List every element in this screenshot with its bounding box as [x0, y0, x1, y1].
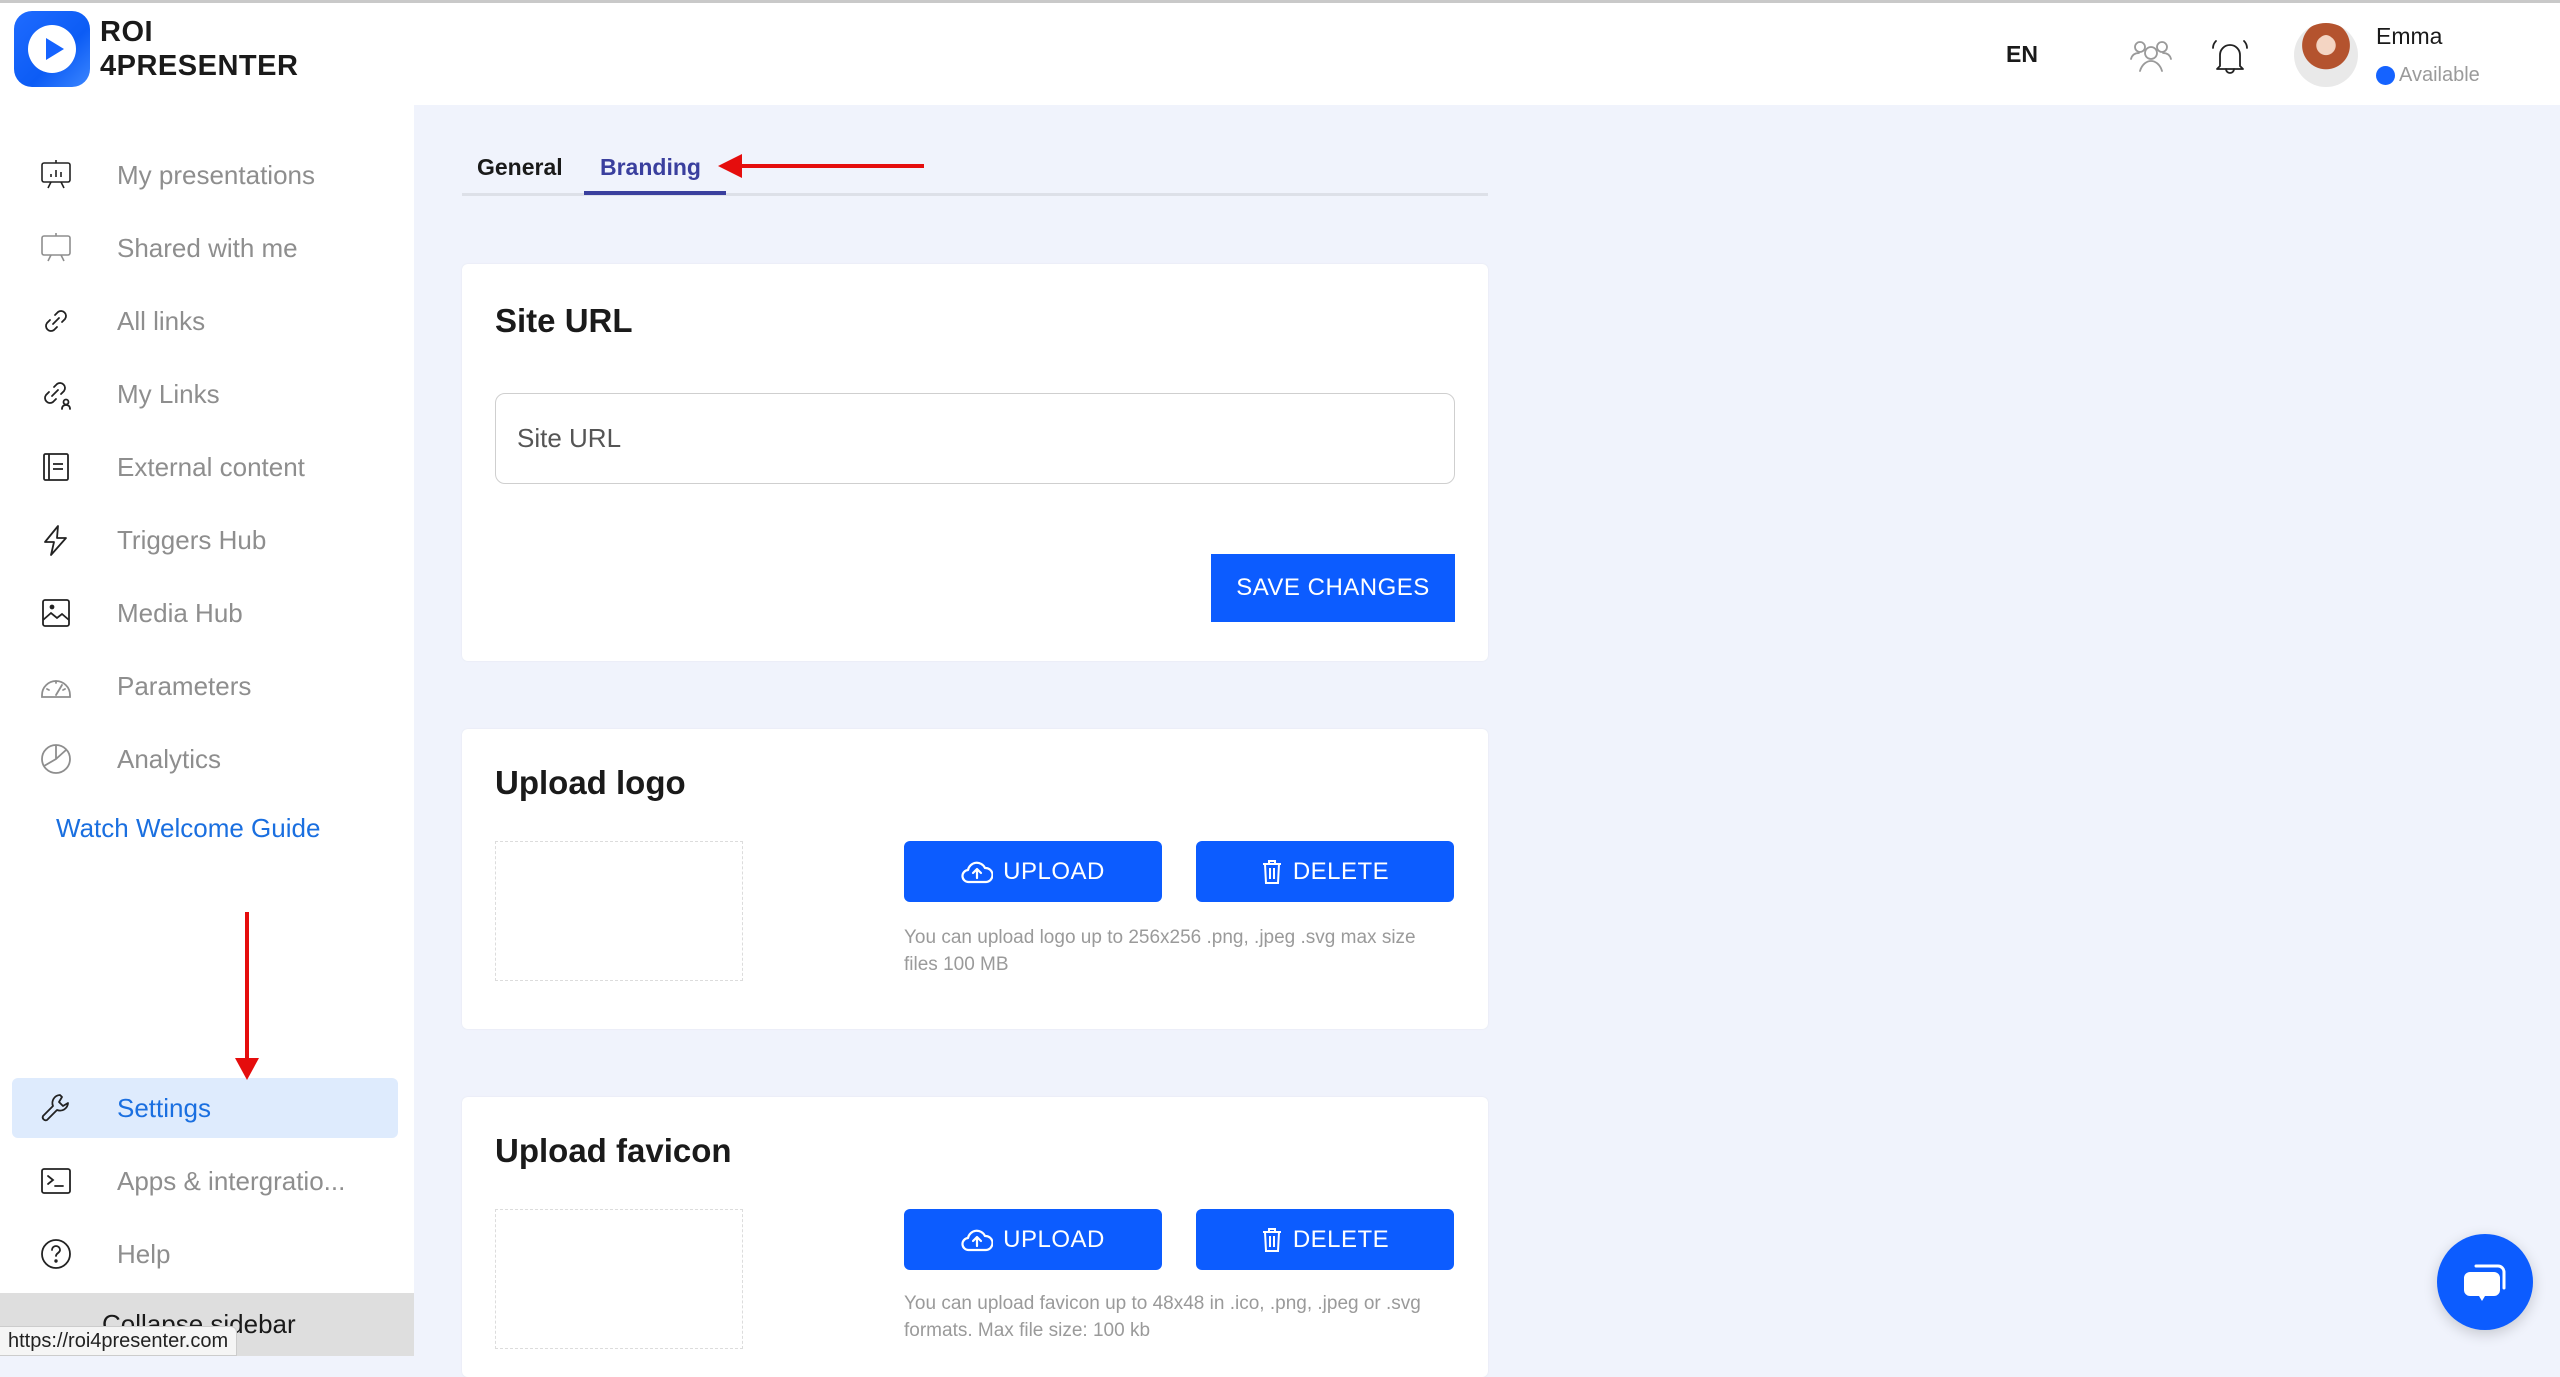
- sidebar-item-my-links[interactable]: My Links: [0, 364, 400, 424]
- settings-tabs: General Branding: [462, 150, 1488, 196]
- sidebar-item-settings[interactable]: Settings: [12, 1078, 398, 1138]
- site-url-card: Site URL SAVE CHANGES: [462, 264, 1488, 661]
- sidebar-item-shared-with-me[interactable]: Shared with me: [0, 218, 400, 278]
- sidebar-item-label: All links: [117, 306, 205, 337]
- terminal-icon: [38, 1163, 74, 1199]
- sidebar-item-analytics[interactable]: Analytics: [0, 729, 400, 789]
- sidebar-item-label: External content: [117, 452, 305, 483]
- logo-line-2: 4PRESENTER: [100, 49, 298, 83]
- sidebar-item-label: Apps & intergratio...: [117, 1166, 345, 1197]
- delete-favicon-button[interactable]: DELETE: [1196, 1209, 1454, 1270]
- presentation-board-icon: [38, 230, 74, 266]
- favicon-preview: [495, 1209, 743, 1349]
- sidebar-item-all-links[interactable]: All links: [0, 291, 400, 351]
- tab-branding[interactable]: Branding: [600, 154, 701, 181]
- language-selector[interactable]: EN: [2006, 41, 2038, 68]
- sidebar-item-label: My Links: [117, 379, 220, 410]
- sidebar-item-triggers-hub[interactable]: Triggers Hub: [0, 510, 400, 570]
- site-url-title: Site URL: [495, 302, 633, 340]
- active-tab-indicator: [584, 191, 726, 195]
- sidebar-item-label: Triggers Hub: [117, 525, 266, 556]
- status-label: Available: [2399, 64, 2480, 87]
- logo-line-1: ROI: [100, 15, 298, 49]
- upload-logo-card: Upload logo UPLOAD DELETE You can upload…: [462, 729, 1488, 1029]
- upload-label: UPLOAD: [1003, 858, 1105, 886]
- app-logo[interactable]: ROI 4PRESENTER: [14, 11, 298, 87]
- upload-logo-button[interactable]: UPLOAD: [904, 841, 1162, 902]
- sidebar-item-external-content[interactable]: External content: [0, 437, 400, 497]
- upload-favicon-button[interactable]: UPLOAD: [904, 1209, 1162, 1270]
- sidebar-item-label: Help: [117, 1239, 170, 1270]
- tab-general[interactable]: General: [477, 154, 563, 181]
- annotation-arrow-branding-head: [718, 154, 742, 178]
- user-avatar[interactable]: [2294, 23, 2358, 87]
- sidebar-item-label: Parameters: [117, 671, 251, 702]
- sidebar-item-my-presentations[interactable]: My presentations: [0, 145, 400, 205]
- chat-widget-button[interactable]: [2437, 1234, 2533, 1330]
- upload-favicon-card: Upload favicon UPLOAD DELETE You can upl…: [462, 1097, 1488, 1377]
- watch-welcome-guide-link[interactable]: Watch Welcome Guide: [56, 813, 320, 844]
- sidebar-item-label: My presentations: [117, 160, 315, 191]
- wrench-icon: [38, 1090, 74, 1126]
- sidebar-item-apps-integrations[interactable]: Apps & intergratio...: [0, 1151, 400, 1211]
- bell-icon[interactable]: [2207, 33, 2253, 79]
- sidebar-item-parameters[interactable]: Parameters: [0, 656, 400, 716]
- sidebar-item-help[interactable]: Help: [0, 1224, 400, 1284]
- annotation-arrow-settings-shaft: [245, 912, 249, 1062]
- sidebar-item-label: Analytics: [117, 744, 221, 775]
- annotation-arrow-settings-head: [235, 1058, 259, 1080]
- delete-label: DELETE: [1293, 858, 1389, 886]
- save-changes-button[interactable]: SAVE CHANGES: [1211, 554, 1455, 622]
- top-header: ROI 4PRESENTER EN Emma Available: [0, 3, 2560, 105]
- link-icon: [38, 303, 74, 339]
- upload-favicon-title: Upload favicon: [495, 1132, 732, 1170]
- help-circle-icon: [38, 1236, 74, 1272]
- status-bar-url: https://roi4presenter.com: [0, 1326, 237, 1356]
- upload-logo-title: Upload logo: [495, 764, 686, 802]
- link-user-icon: [38, 376, 74, 412]
- play-logo-icon: [14, 11, 90, 87]
- chat-bubbles-icon: [2460, 1258, 2510, 1306]
- status-dot-icon: [2376, 66, 2395, 85]
- logo-text: ROI 4PRESENTER: [100, 15, 298, 83]
- site-url-input[interactable]: [495, 393, 1455, 484]
- pie-chart-icon: [38, 741, 74, 777]
- favicon-upload-hint: You can upload favicon up to 48x48 in .i…: [904, 1290, 1454, 1344]
- team-icon[interactable]: [2128, 33, 2174, 79]
- delete-label: DELETE: [1293, 1226, 1389, 1254]
- image-icon: [38, 595, 74, 631]
- user-name: Emma: [2376, 23, 2442, 50]
- presentation-chart-icon: [38, 157, 74, 193]
- sidebar-item-label: Media Hub: [117, 598, 243, 629]
- sidebar-item-label: Shared with me: [117, 233, 298, 264]
- sidebar: My presentations Shared with me All link…: [0, 105, 414, 1356]
- sidebar-item-media-hub[interactable]: Media Hub: [0, 583, 400, 643]
- upload-label: UPLOAD: [1003, 1226, 1105, 1254]
- document-icon: [38, 449, 74, 485]
- gauge-icon: [38, 668, 74, 704]
- sidebar-item-label: Settings: [117, 1093, 211, 1124]
- logo-upload-hint: You can upload logo up to 256x256 .png, …: [904, 924, 1454, 978]
- lightning-icon: [38, 522, 74, 558]
- annotation-arrow-branding-shaft: [738, 164, 924, 168]
- user-status: Available: [2376, 64, 2480, 87]
- delete-logo-button[interactable]: DELETE: [1196, 841, 1454, 902]
- logo-preview: [495, 841, 743, 981]
